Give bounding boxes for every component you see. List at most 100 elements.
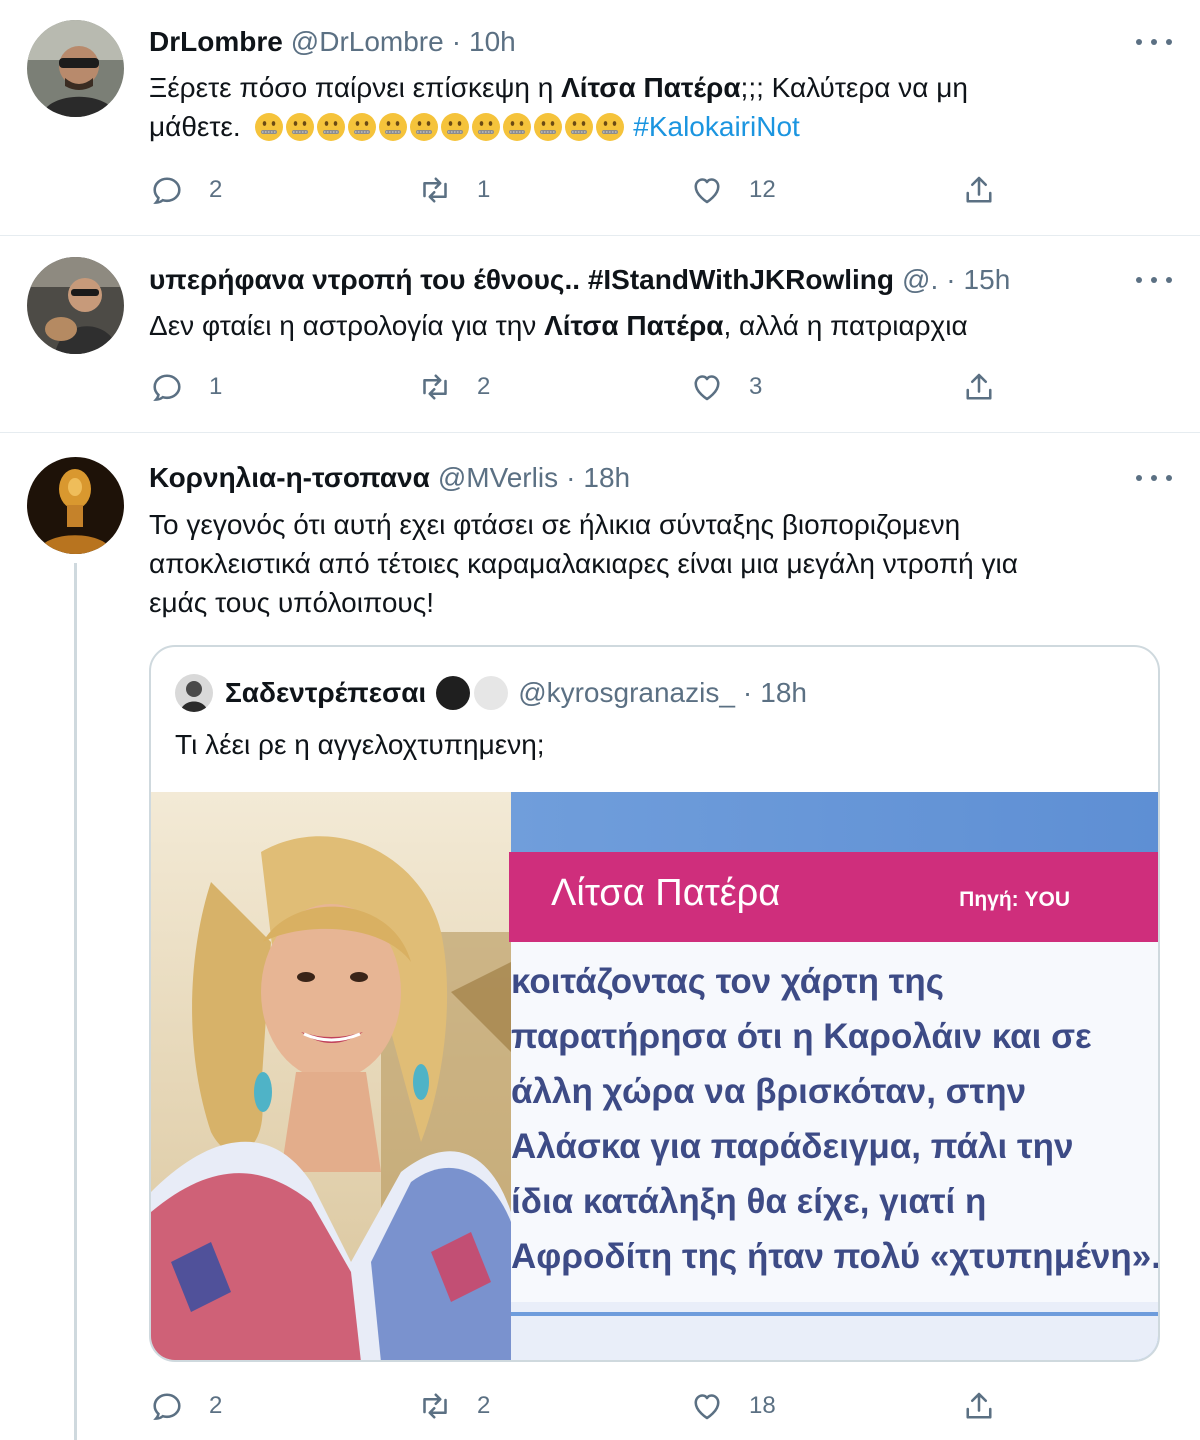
reply-button[interactable]: 1	[149, 367, 222, 407]
zipper-mouth-face-icon	[503, 113, 532, 141]
media-name-label: Λίτσα Πατέρα	[551, 872, 781, 914]
timestamp[interactable]: 15h	[964, 264, 1011, 296]
retweet-icon	[423, 177, 447, 203]
tweet-text: Δεν φταίει η αστρολογία για την Λίτσα Πα…	[149, 306, 1100, 345]
reply-count: 2	[209, 176, 223, 203]
share-button[interactable]	[961, 367, 997, 407]
retweet-icon	[423, 374, 447, 400]
text-bold: Λίτσα Πατέρα	[544, 310, 724, 341]
media-banner: Λίτσα Πατέρα Πηγή: YOU	[509, 852, 1158, 942]
more-options-button[interactable]	[1136, 468, 1172, 488]
more-options-button[interactable]	[1136, 32, 1172, 52]
author-name[interactable]: Κορνηλια-η-τσοπανα	[149, 462, 430, 494]
tweet-1[interactable]: DrLombre @DrLombre · 10h Ξέρετε πόσο παί…	[0, 0, 1200, 235]
text-line: εμάς τους υπόλοιπους!	[149, 587, 435, 618]
avatar[interactable]	[27, 457, 124, 554]
zipper-mouth-face-icon	[255, 113, 284, 141]
zipper-mouth-face-icon	[286, 113, 315, 141]
tweet-2[interactable]: υπερήφανα ντροπή του έθνους.. #IStandWit…	[0, 236, 1200, 432]
author-name[interactable]: υπερήφανα ντροπή του έθνους.. #IStandWit…	[149, 264, 894, 296]
media-quote-line: Αφροδίτη της ήταν πολύ «χτυπημένη».	[511, 1237, 1158, 1276]
media-quote-line: άλλη χώρα να βρισκόταν, στην	[511, 1072, 1027, 1111]
share-button[interactable]	[961, 1386, 997, 1426]
zipper-mouth-face-icon	[379, 113, 408, 141]
separator-dot: ·	[742, 677, 753, 708]
zipper-mouth-face-icon	[317, 113, 346, 141]
share-icon	[966, 373, 992, 400]
heart-icon	[694, 178, 720, 204]
media-quote-line: Αλάσκα για παράδειγμα, πάλι την	[511, 1127, 1074, 1166]
separator-dot: ·	[946, 264, 956, 295]
share-icon	[966, 176, 992, 203]
tweet-header: Κορνηλια-η-τσοπανα @MVerlis · 18h	[149, 460, 1110, 496]
text-line: αποκλειστικά από τέτοιες καραμαλακιαρες …	[149, 548, 1018, 579]
media-quote-line: ίδια κατάληξη θα είχε, γιατί η	[511, 1182, 987, 1221]
reply-button[interactable]: 2	[149, 170, 222, 210]
media-quote-text: κοιτάζοντας τον χάρτη της παρατήρησα ότι…	[511, 954, 1158, 1284]
share-button[interactable]	[961, 170, 997, 210]
quoted-avatar[interactable]	[175, 674, 213, 712]
zipper-mouth-face-icon	[441, 113, 470, 141]
quoted-tweet[interactable]: Σαδεντρέπεσαι @kyrosgranazis_ · 18h Τι λ…	[149, 645, 1160, 1362]
white-circle-icon	[474, 676, 509, 710]
like-button[interactable]: 3	[689, 367, 762, 407]
zipper-mouth-face-icon	[596, 113, 625, 141]
reply-count: 1	[209, 373, 223, 400]
text-segment: Δεν φταίει η αστρολογία για την	[149, 310, 545, 341]
text-segment: , αλλά η πατριαρχια	[723, 310, 968, 341]
tweet-text: Ξέρετε πόσο παίρνει επίσκεψη η Λίτσα Πατ…	[149, 68, 1100, 146]
reply-icon	[153, 177, 181, 204]
author-name[interactable]: DrLombre	[149, 26, 283, 58]
media-quote-line: παρατήρησα ότι η Καρολάιν και σε	[511, 1017, 1092, 1056]
text-line: Το γεγονός ότι αυτή εχει φτάσει σε ήλικι…	[149, 509, 961, 540]
tweet-header: DrLombre @DrLombre · 10h	[149, 24, 1110, 60]
reply-button[interactable]: 2	[149, 1386, 222, 1426]
text-segment: ;;; Καλύτερα να μη	[740, 72, 968, 103]
tweet-actions: 1 2 3	[149, 367, 1009, 407]
retweet-count: 1	[477, 176, 491, 203]
heart-icon	[694, 375, 720, 401]
avatar[interactable]	[27, 257, 124, 354]
avatar[interactable]	[27, 20, 124, 117]
like-button[interactable]: 18	[689, 1386, 776, 1426]
author-handle[interactable]: @MVerlis	[438, 462, 558, 494]
timestamp[interactable]: 10h	[469, 26, 516, 58]
retweet-button[interactable]: 2	[417, 1386, 490, 1426]
black-circle-icon	[436, 676, 471, 710]
like-button[interactable]: 12	[689, 170, 776, 210]
separator-dot: ·	[451, 26, 462, 57]
timestamp[interactable]: 18h	[583, 462, 630, 494]
retweet-icon	[423, 1393, 447, 1419]
hashtag-link[interactable]: #KalokairiNot	[633, 111, 800, 142]
quoted-author-handle[interactable]: @kyrosgranazis_	[518, 677, 735, 709]
media-quote-line: κοιτάζοντας τον χάρτη της	[511, 962, 944, 1001]
retweet-count: 2	[477, 373, 491, 400]
retweet-button[interactable]: 1	[417, 170, 490, 210]
more-options-button[interactable]	[1136, 270, 1172, 290]
zipper-mouth-face-icon	[472, 113, 501, 141]
quoted-media-image[interactable]: Λίτσα Πατέρα Πηγή: YOU κοιτάζοντας τον χ…	[151, 792, 1158, 1360]
tweet-3[interactable]: Κορνηλια-η-τσοπανα @MVerlis · 18h Το γεγ…	[0, 433, 1200, 1440]
separator-dot: ·	[566, 462, 576, 493]
media-source-label: Πηγή: YOU	[959, 888, 1070, 911]
zipper-mouth-face-icon	[565, 113, 594, 141]
like-count: 18	[749, 1392, 776, 1419]
reply-icon	[153, 1393, 181, 1420]
author-handle[interactable]: @DrLombre	[291, 26, 444, 58]
share-icon	[966, 1392, 992, 1419]
quoted-header: Σαδεντρέπεσαι @kyrosgranazis_ · 18h	[175, 674, 807, 712]
author-handle[interactable]: @.	[902, 264, 938, 296]
emoji-row	[254, 112, 625, 142]
heart-icon	[694, 1394, 720, 1420]
quoted-author-name[interactable]: Σαδεντρέπεσαι	[225, 677, 426, 709]
tweet-actions: 2 1 12	[149, 170, 1009, 210]
tweet-actions: 2 2 18	[149, 1386, 1009, 1426]
retweet-button[interactable]: 2	[417, 367, 490, 407]
zipper-mouth-face-icon	[534, 113, 563, 141]
retweet-count: 2	[477, 1392, 491, 1419]
like-count: 12	[749, 176, 776, 203]
like-count: 3	[749, 373, 763, 400]
quoted-timestamp: 18h	[760, 677, 807, 708]
zipper-mouth-face-icon	[348, 113, 377, 141]
tweet-text: Το γεγονός ότι αυτή εχει φτάσει σε ήλικι…	[149, 505, 1100, 622]
